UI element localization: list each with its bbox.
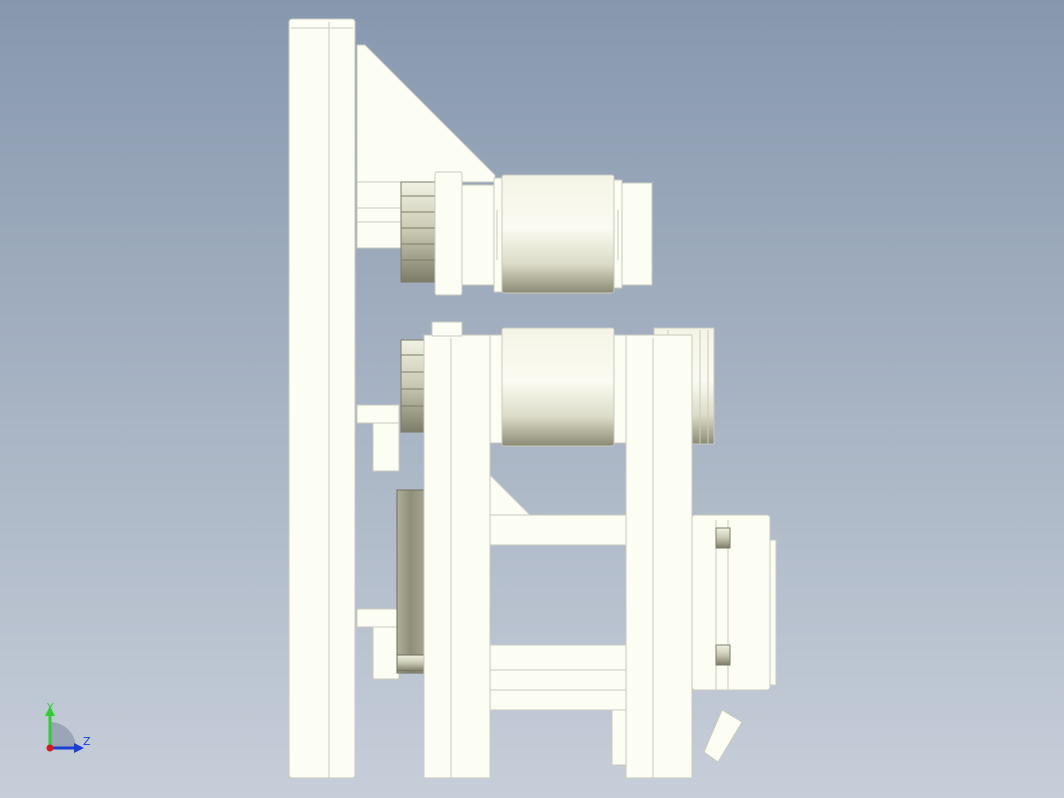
- motor: [691, 514, 777, 763]
- upper-roller-assembly: [434, 171, 653, 296]
- x-axis-origin: [46, 744, 54, 752]
- lower-roller: [501, 327, 615, 447]
- y-axis-label: Y: [46, 701, 54, 714]
- lower-crossbar: [489, 644, 627, 711]
- mid-bracket: [356, 404, 400, 424]
- cad-viewport[interactable]: Y Z: [0, 0, 1064, 798]
- front-frame-left-upright: [423, 321, 491, 779]
- mid-block: [372, 422, 400, 472]
- lower-gear: [400, 339, 428, 433]
- left-side-plate: [288, 18, 356, 779]
- triad-quadrant: [50, 722, 76, 748]
- lower-block: [372, 626, 400, 680]
- lower-bracket: [356, 608, 400, 628]
- coordinate-triad: Y Z: [45, 701, 91, 753]
- upper-crossbar: [489, 514, 627, 546]
- cable-connector: [703, 709, 743, 763]
- z-axis-label: Z: [83, 735, 91, 748]
- upper-roller: [501, 174, 615, 294]
- backing-plate: [396, 489, 425, 674]
- upper-gear: [400, 181, 436, 283]
- triangular-gusset: [356, 44, 496, 183]
- assembly-model: [288, 18, 777, 779]
